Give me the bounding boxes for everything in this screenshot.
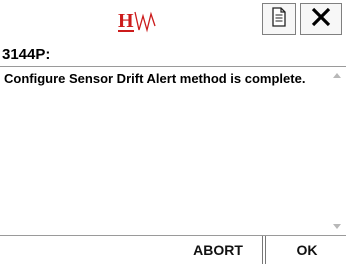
ok-button[interactable]: OK — [268, 236, 346, 264]
header-bar: H — [0, 0, 346, 44]
button-separator — [262, 236, 266, 264]
close-icon — [310, 6, 332, 33]
message-text: Configure Sensor Drift Alert method is c… — [4, 71, 306, 86]
dialog-title: 3144P: — [2, 46, 51, 63]
svg-text:H: H — [118, 10, 134, 32]
footer-bar: ABORT OK — [0, 236, 346, 264]
hw-logo-icon: H — [118, 8, 178, 34]
close-button[interactable] — [300, 3, 342, 35]
abort-button[interactable]: ABORT — [178, 236, 258, 264]
document-button[interactable] — [262, 3, 296, 35]
message-area: Configure Sensor Drift Alert method is c… — [0, 66, 346, 236]
vertical-scrollbar[interactable] — [328, 67, 346, 235]
scroll-up-icon[interactable] — [333, 73, 341, 78]
document-icon — [271, 6, 287, 32]
scroll-down-icon[interactable] — [333, 224, 341, 229]
dialog-window: H 3144P: Configure Sensor Drift Alert me… — [0, 0, 346, 264]
